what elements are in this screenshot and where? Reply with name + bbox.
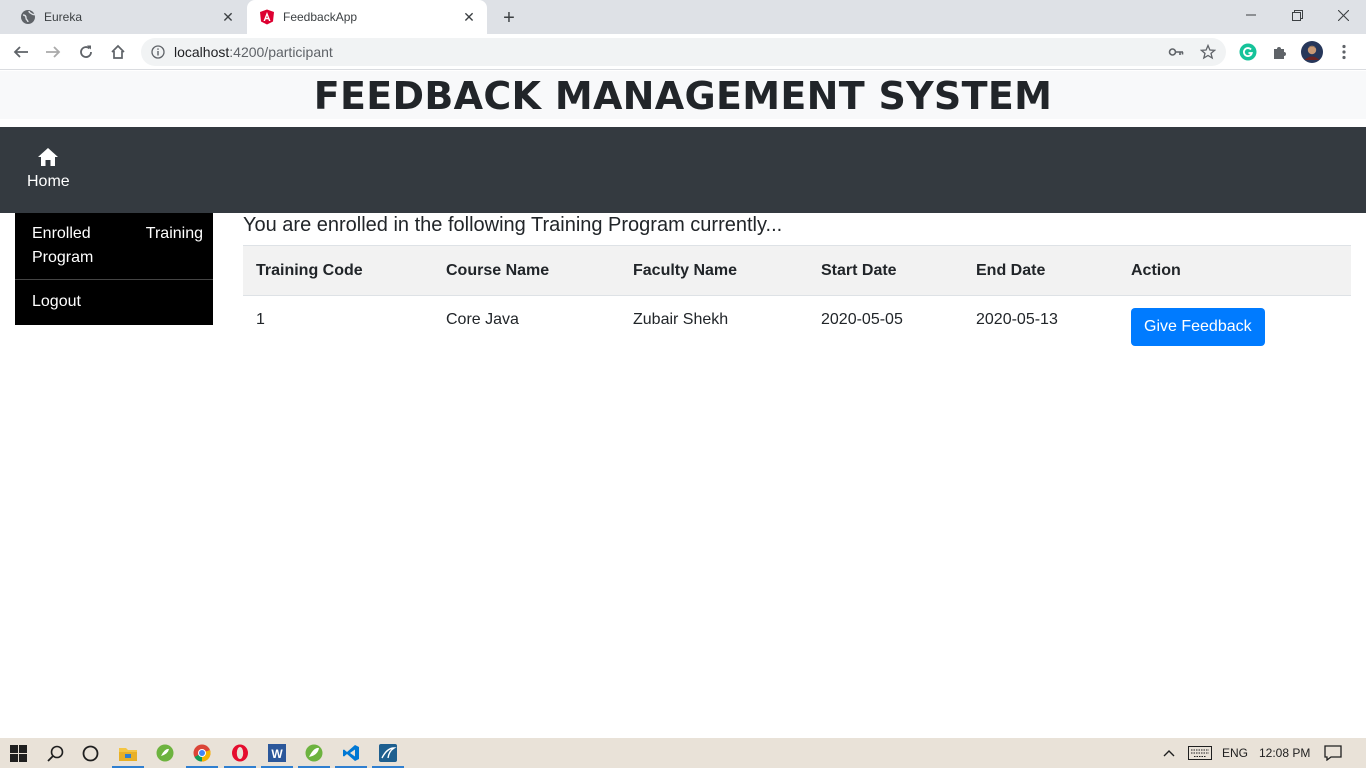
col-header-course-name: Course Name [433, 245, 620, 296]
cell-end-date: 2020-05-13 [976, 311, 1058, 328]
tray-overflow-icon[interactable] [1163, 738, 1175, 768]
url-host: localhost [174, 44, 230, 60]
word-icon[interactable]: W [261, 741, 293, 768]
address-bar[interactable]: localhost:4200/participant [141, 38, 1226, 66]
new-tab-icon[interactable]: + [499, 7, 519, 29]
windows-start-icon[interactable] [6, 741, 30, 765]
forward-arrow-icon[interactable] [41, 40, 65, 64]
top-navbar: Home [0, 127, 1366, 213]
back-arrow-icon[interactable] [9, 40, 33, 64]
vscode-icon[interactable] [335, 741, 367, 768]
grammarly-icon[interactable] [1237, 41, 1259, 63]
restore-icon[interactable] [1274, 0, 1320, 30]
task-view-icon[interactable] [78, 741, 102, 765]
angular-icon [259, 9, 275, 25]
sidebar-item-enrolled-training-program[interactable]: Enrolled Training Program [15, 213, 213, 280]
globe-icon [20, 9, 36, 25]
key-icon[interactable] [1165, 41, 1187, 63]
windows-taskbar: W ENG 12:08 PM [0, 738, 1366, 768]
reload-icon[interactable] [74, 40, 98, 64]
menu-dots-icon[interactable] [1333, 41, 1355, 63]
info-icon[interactable] [150, 44, 166, 60]
cell-start-date: 2020-05-05 [821, 311, 903, 328]
tab-title: Eureka [44, 10, 83, 24]
browser-toolbar: localhost:4200/participant [0, 34, 1366, 70]
sidebar: Enrolled Training Program Logout [15, 213, 213, 325]
minimize-icon[interactable] [1228, 0, 1274, 30]
col-header-action: Action [1118, 245, 1351, 296]
tab-eureka[interactable]: Eureka ✕ [8, 0, 246, 34]
nav-home-link[interactable]: Home [27, 147, 70, 191]
tab-title: FeedbackApp [283, 10, 358, 24]
url-text: localhost:4200/participant [174, 44, 333, 60]
star-icon[interactable] [1197, 41, 1219, 63]
cell-training-code: 1 [256, 311, 265, 328]
col-header-start-date: Start Date [808, 245, 963, 296]
give-feedback-button[interactable]: Give Feedback [1131, 308, 1265, 346]
cell-faculty-name: Zubair Shekh [633, 311, 729, 328]
spring-tool-suite-icon[interactable] [153, 741, 177, 765]
enrollment-intro-text: You are enrolled in the following Traini… [243, 214, 783, 236]
title-banner: FEEDBACK MANAGEMENT SYSTEM [0, 71, 1366, 119]
close-tab-icon[interactable]: ✕ [461, 9, 477, 25]
opera-icon[interactable] [224, 741, 256, 768]
table-header-row: Training Code Course Name Faculty Name S… [243, 245, 1351, 296]
extensions-icon[interactable] [1269, 41, 1291, 63]
home-page-icon[interactable] [106, 40, 130, 64]
file-explorer-icon[interactable] [112, 741, 144, 768]
search-icon[interactable] [43, 741, 67, 765]
language-indicator[interactable]: ENG [1222, 738, 1248, 768]
table-row: 1 Core Java Zubair Shekh 2020-05-05 2020… [243, 296, 1351, 358]
col-header-end-date: End Date [963, 245, 1118, 296]
close-window-icon[interactable] [1320, 0, 1366, 30]
clock[interactable]: 12:08 PM [1259, 738, 1310, 768]
profile-avatar[interactable] [1301, 41, 1323, 63]
tab-feedbackapp[interactable]: FeedbackApp ✕ [247, 0, 487, 34]
col-header-faculty-name: Faculty Name [620, 245, 808, 296]
training-program-table: Training Code Course Name Faculty Name S… [243, 245, 1351, 358]
nav-home-label: Home [27, 173, 70, 190]
notifications-icon[interactable] [1324, 738, 1342, 768]
page-content: FEEDBACK MANAGEMENT SYSTEM Home Enrolled… [0, 71, 1366, 738]
page-title: FEEDBACK MANAGEMENT SYSTEM [313, 74, 1053, 118]
col-header-training-code: Training Code [243, 245, 433, 296]
spring-boot-icon[interactable] [298, 741, 330, 768]
mysql-workbench-icon[interactable] [372, 741, 404, 768]
url-path: :4200/participant [229, 44, 333, 60]
close-tab-icon[interactable]: ✕ [220, 9, 236, 25]
home-icon [38, 148, 58, 166]
sidebar-item-logout[interactable]: Logout [15, 280, 213, 325]
chrome-icon[interactable] [186, 741, 218, 768]
svg-text:W: W [271, 747, 283, 761]
cell-action: Give Feedback [1118, 296, 1351, 358]
browser-tab-strip: Eureka ✕ FeedbackApp ✕ + [0, 0, 1366, 34]
keyboard-icon[interactable] [1188, 738, 1212, 768]
cell-course-name: Core Java [446, 311, 519, 328]
